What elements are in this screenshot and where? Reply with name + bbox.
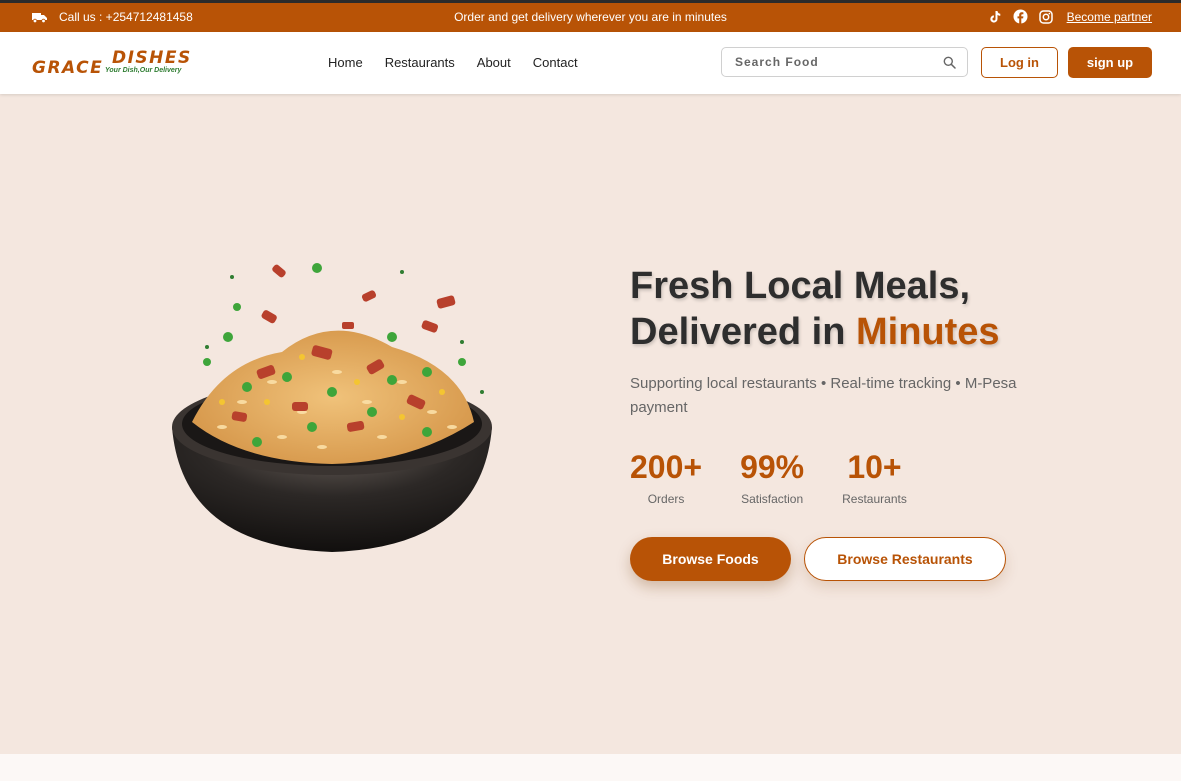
stat-label: Restaurants xyxy=(842,492,907,506)
logo[interactable]: GRACE DISHES Your Dish,Our Delivery xyxy=(32,48,194,80)
top-announcement-bar: Call us : +254712481458 Order and get de… xyxy=(0,0,1181,32)
nav-link-about[interactable]: About xyxy=(477,55,511,70)
nav-link-home[interactable]: Home xyxy=(328,55,363,70)
tiktok-icon[interactable] xyxy=(988,10,1002,24)
hero-title-accent: Minutes xyxy=(855,311,1000,353)
hero-title-line1: Fresh Local Meals, xyxy=(630,265,971,307)
search-icon[interactable] xyxy=(943,56,956,69)
signup-button[interactable]: sign up xyxy=(1068,47,1152,78)
stat-satisfaction: 99% Satisfaction xyxy=(740,449,804,506)
main-navbar: GRACE DISHES Your Dish,Our Delivery Home… xyxy=(0,32,1181,94)
browse-foods-button[interactable]: Browse Foods xyxy=(630,537,791,581)
search-box xyxy=(721,47,968,77)
browse-restaurants-button[interactable]: Browse Restaurants xyxy=(804,537,1006,581)
social-links: Become partner xyxy=(988,9,1152,24)
nav-link-contact[interactable]: Contact xyxy=(533,55,578,70)
hero-title-line2: Delivered in xyxy=(630,311,846,353)
hero-title: Fresh Local Meals, Delivered in Minutes xyxy=(630,263,1000,355)
facebook-icon[interactable] xyxy=(1013,9,1028,24)
become-partner-link[interactable]: Become partner xyxy=(1067,10,1152,24)
login-button[interactable]: Log in xyxy=(981,47,1058,78)
next-section-edge xyxy=(0,754,1181,781)
search-input[interactable] xyxy=(735,55,935,69)
logo-word-grace: GRACE xyxy=(32,58,104,78)
stat-label: Orders xyxy=(647,492,685,506)
stat-value: 10+ xyxy=(847,449,902,485)
stat-label: Satisfaction xyxy=(741,492,804,506)
logo-tagline: Your Dish,Our Delivery xyxy=(105,67,182,74)
stat-value: 200+ xyxy=(630,449,703,485)
nav-link-restaurants[interactable]: Restaurants xyxy=(385,55,455,70)
stat-value: 99% xyxy=(740,449,805,485)
fried-rice-bowl-image xyxy=(162,252,502,557)
instagram-icon[interactable] xyxy=(1038,9,1053,24)
hero-subtitle: Supporting local restaurants • Real-time… xyxy=(630,375,1017,416)
logo-word-dishes: DISHES xyxy=(112,48,192,68)
stat-restaurants: 10+ Restaurants xyxy=(842,449,907,506)
nav-menu: Home Restaurants About Contact xyxy=(328,55,578,70)
stat-orders: 200+ Orders xyxy=(630,449,702,506)
hero-stats: 200+ Orders 99% Satisfaction 10+ Restaur… xyxy=(630,449,907,506)
